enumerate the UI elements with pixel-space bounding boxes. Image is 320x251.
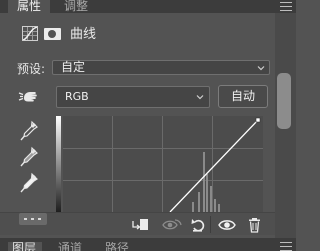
tab-paths-label: 路径: [105, 242, 130, 251]
scrollbar-thumb[interactable]: [277, 73, 291, 129]
tab-paths[interactable]: 路径: [101, 242, 135, 251]
channel-value: RGB: [65, 90, 89, 103]
channel-dropdown[interactable]: RGB: [56, 86, 210, 108]
panel-menu-icon[interactable]: [280, 242, 292, 251]
output-gradient-bar: [56, 116, 61, 212]
trash-icon[interactable]: [245, 216, 267, 234]
collapse-button[interactable]: [19, 213, 47, 225]
chevron-down-icon: [257, 64, 265, 72]
chevron-down-icon: [196, 93, 204, 101]
layer-mask-icon[interactable]: [44, 28, 61, 40]
black-point-eyedropper-icon[interactable]: [19, 120, 39, 142]
panel-menu-icon[interactable]: [280, 2, 292, 11]
tab-channels-label: 通道: [58, 242, 83, 251]
reset-icon[interactable]: [188, 216, 210, 234]
tab-channels[interactable]: 通道: [54, 242, 90, 251]
toolbar-divider: [210, 216, 211, 233]
curve-graph[interactable]: [63, 116, 263, 212]
tab-layers[interactable]: 图层: [8, 242, 42, 251]
gray-point-eyedropper-icon[interactable]: [19, 146, 39, 168]
preset-dropdown[interactable]: 自定: [52, 60, 270, 75]
white-point-eyedropper-icon[interactable]: [19, 172, 39, 194]
tab-adjustments[interactable]: 调整: [55, 0, 97, 13]
lower-tab-bar: [0, 238, 296, 251]
clip-to-layer-icon[interactable]: [130, 216, 152, 234]
tab-layers-label: 图层: [12, 242, 37, 251]
preset-label: 预设:: [17, 62, 46, 76]
tab-properties[interactable]: 属性: [8, 0, 50, 13]
eye-icon[interactable]: [217, 216, 239, 234]
curves-adjustment-icon[interactable]: [22, 26, 38, 41]
curve-control-point: [255, 117, 261, 123]
preset-value: 自定: [61, 60, 86, 74]
hand-adjust-icon[interactable]: [18, 85, 40, 107]
view-previous-state-icon[interactable]: [161, 216, 183, 234]
panel-title: 曲线: [70, 27, 97, 42]
auto-button[interactable]: 自动: [218, 85, 268, 108]
